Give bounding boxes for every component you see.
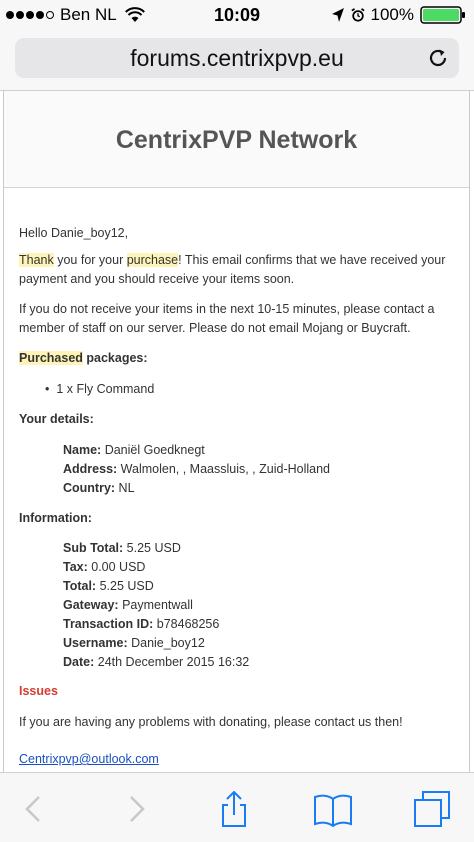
- status-right: 100%: [331, 5, 466, 25]
- email-body: Hello Danie_boy12, Thank you for your pu…: [4, 224, 469, 769]
- share-button[interactable]: [214, 790, 254, 827]
- email-container: CentrixPVP Network Hello Danie_boy12, Th…: [3, 91, 470, 773]
- info-block: Sub Total: 5.25 USD Tax: 0.00 USD Total:…: [19, 539, 457, 672]
- address-bar[interactable]: forums.centrixpvp.eu: [15, 38, 459, 78]
- purchase-highlight: purchase: [126, 253, 179, 267]
- share-icon: [222, 790, 246, 827]
- info-transaction-id: Transaction ID: b78468256: [63, 617, 220, 631]
- bookmarks-button[interactable]: [313, 791, 353, 828]
- tabs-button[interactable]: [412, 791, 452, 827]
- info-username: Username: Danie_boy12: [63, 636, 205, 650]
- location-arrow-icon: [331, 8, 344, 22]
- detail-country: Country: NL: [63, 481, 135, 495]
- details-heading: Your details:: [19, 412, 94, 426]
- greeting: Hello Danie_boy12,: [19, 226, 129, 240]
- details-block: Name: Daniël Goedknegt Address: Walmolen…: [19, 441, 457, 498]
- contact-email-link[interactable]: Centrixpvp@outlook.com: [19, 752, 159, 766]
- email-header: CentrixPVP Network: [4, 91, 469, 188]
- bookmarks-icon: [314, 794, 352, 828]
- thank-highlight: Thank: [19, 253, 54, 267]
- reload-icon[interactable]: [427, 47, 449, 69]
- contact-paragraph: Centrixpvp@outlook.com: [19, 750, 457, 769]
- tabs-icon: [414, 791, 450, 827]
- alarm-clock-icon: [350, 8, 365, 22]
- status-bar: Ben NL 10:09 100%: [0, 0, 474, 30]
- brand-title: CentrixPVP Network: [115, 126, 358, 154]
- thank-you-paragraph: Thank you for your purchase! This email …: [19, 251, 457, 289]
- detail-name: Name: Daniël Goedknegt: [63, 443, 205, 457]
- notice-paragraph: If you do not receive your items in the …: [19, 302, 435, 335]
- forward-icon: [130, 796, 145, 822]
- package-list-item: • 1 x Fly Command: [45, 382, 155, 396]
- packages-highlight: Purchased: [19, 351, 83, 365]
- web-page: CentrixPVP Network Hello Danie_boy12, Th…: [0, 90, 474, 773]
- back-button[interactable]: [14, 791, 54, 827]
- packages-heading: Purchased packages:: [19, 349, 457, 368]
- browser-toolbar: [0, 772, 474, 842]
- info-heading: Information:: [19, 511, 92, 525]
- battery-icon: [420, 6, 465, 24]
- thank-mid: you for your: [53, 253, 127, 267]
- packages-rest: packages:: [82, 351, 148, 365]
- battery-percent: 100%: [370, 5, 414, 24]
- forward-button[interactable]: [116, 791, 156, 827]
- info-total: Total: 5.25 USD: [63, 579, 154, 593]
- detail-address: Address: Walmolen, , Maassluis, , Zuid-H…: [63, 462, 330, 476]
- info-tax: Tax: 0.00 USD: [63, 560, 146, 574]
- info-gateway: Gateway: Paymentwall: [63, 598, 193, 612]
- issues-paragraph: If you are having any problems with dona…: [19, 715, 403, 729]
- package-item-text: 1 x Fly Command: [56, 382, 155, 396]
- back-icon: [25, 796, 40, 822]
- url-text[interactable]: forums.centrixpvp.eu: [15, 45, 459, 72]
- info-subtotal: Sub Total: 5.25 USD: [63, 541, 181, 555]
- issues-heading: Issues: [19, 684, 58, 698]
- info-date: Date: 24th December 2015 16:32: [63, 655, 250, 669]
